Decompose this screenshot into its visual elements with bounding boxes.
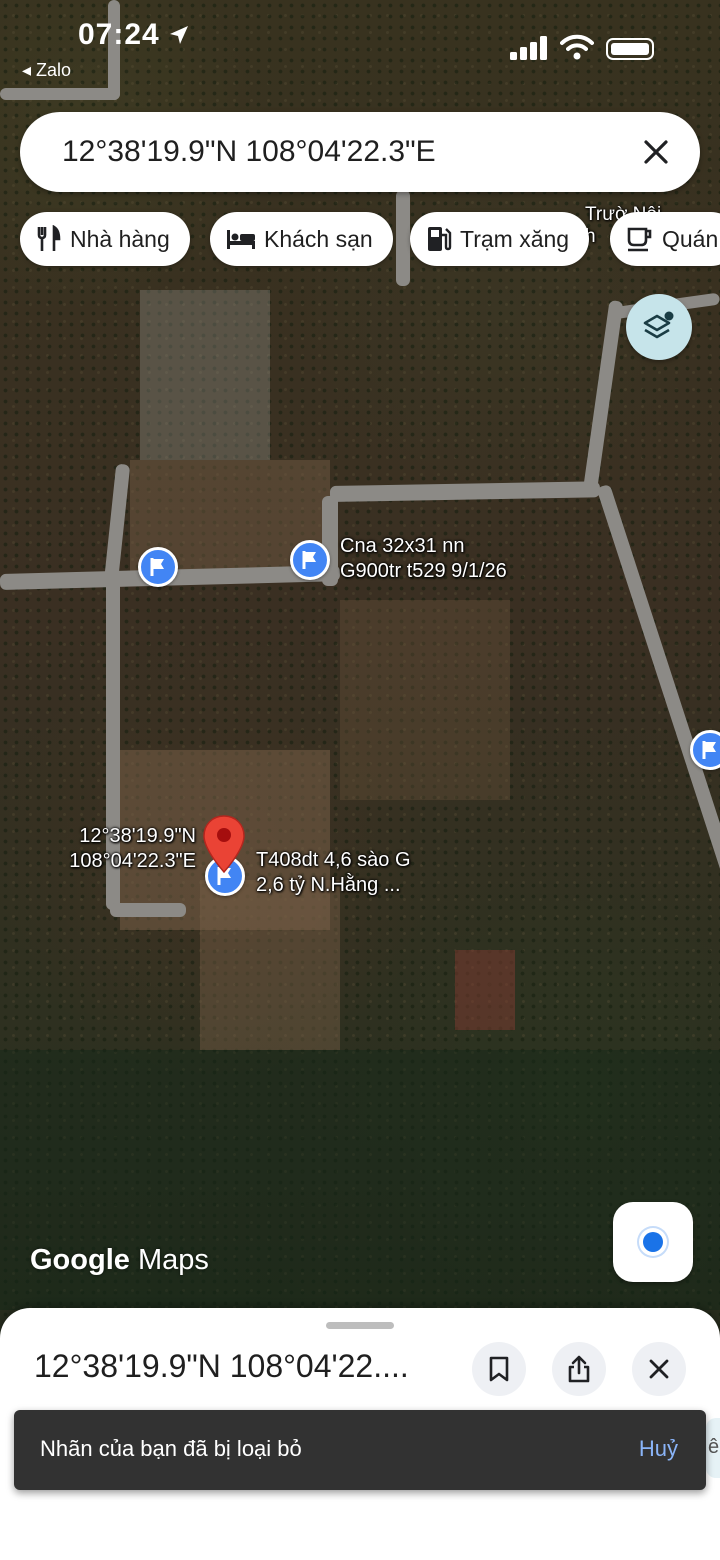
- chip-gas-stations[interactable]: Trạm xăng: [410, 212, 590, 266]
- layers-button[interactable]: [626, 294, 692, 360]
- peek-chip[interactable]: ên: [706, 1418, 720, 1478]
- close-sheet-button[interactable]: [632, 1342, 686, 1396]
- status-bar: 07:24 ◂ Zalo: [0, 0, 720, 100]
- snackbar-undo-button[interactable]: Huỷ: [639, 1436, 678, 1462]
- bookmark-icon: [489, 1356, 509, 1382]
- search-bar[interactable]: 12°38'19.9"N 108°04'22.3"E: [20, 112, 700, 192]
- field-patch: [455, 950, 515, 1030]
- snackbar-message: Nhãn của bạn đã bị loại bỏ: [40, 1436, 302, 1461]
- flag-pin[interactable]: [138, 547, 178, 587]
- road: [110, 903, 186, 917]
- chip-restaurants[interactable]: Nhà hàng: [20, 212, 190, 266]
- map-label-cna[interactable]: Cna 32x31 nn G900tr t529 9/1/26: [340, 534, 507, 584]
- drag-handle[interactable]: [326, 1322, 394, 1329]
- coffee-icon: [627, 227, 652, 252]
- field-patch: [140, 290, 270, 460]
- status-time: 07:24: [78, 18, 160, 51]
- google-maps-logo: Google Maps: [30, 1244, 209, 1276]
- chip-cafes[interactable]: Quán: [610, 212, 720, 266]
- back-to-app-link[interactable]: ◂ Zalo: [22, 60, 71, 81]
- my-location-button[interactable]: [613, 1202, 693, 1282]
- field-patch: [340, 600, 510, 800]
- field-patch: [200, 880, 340, 1050]
- gas-station-icon: [428, 227, 452, 251]
- share-button[interactable]: [552, 1342, 606, 1396]
- search-input[interactable]: 12°38'19.9"N 108°04'22.3"E: [62, 135, 436, 169]
- save-button[interactable]: [472, 1342, 526, 1396]
- flag-icon: [150, 558, 164, 576]
- flag-icon: [702, 741, 716, 759]
- flag-icon: [302, 551, 316, 569]
- signal-icon: [510, 36, 547, 60]
- location-arrow-icon: [170, 26, 188, 44]
- my-location-icon: [643, 1232, 663, 1252]
- category-chips: Nhà hàng Khách sạn Trạm xăng Quán: [20, 212, 720, 268]
- share-icon: [568, 1355, 590, 1383]
- dropped-pin-icon[interactable]: [202, 814, 246, 874]
- map-label-coordinates[interactable]: 12°38'19.9"N 108°04'22.3"E: [58, 824, 196, 874]
- battery-icon: [606, 38, 654, 60]
- close-icon[interactable]: [638, 134, 674, 170]
- hotel-icon: [227, 230, 255, 249]
- flag-pin[interactable]: [290, 540, 330, 580]
- place-title: 12°38'19.9"N 108°04'22....: [34, 1348, 409, 1384]
- restaurant-icon: [37, 225, 61, 251]
- wifi-icon: [560, 34, 594, 60]
- map-label-t408[interactable]: T408dt 4,6 sào G 2,6 tỷ N.Hằng ...: [256, 848, 411, 898]
- layers-icon: [643, 311, 674, 339]
- snackbar: Nhãn của bạn đã bị loại bỏ Huỷ: [14, 1410, 706, 1490]
- close-icon: [649, 1359, 669, 1379]
- chip-hotels[interactable]: Khách sạn: [210, 212, 393, 266]
